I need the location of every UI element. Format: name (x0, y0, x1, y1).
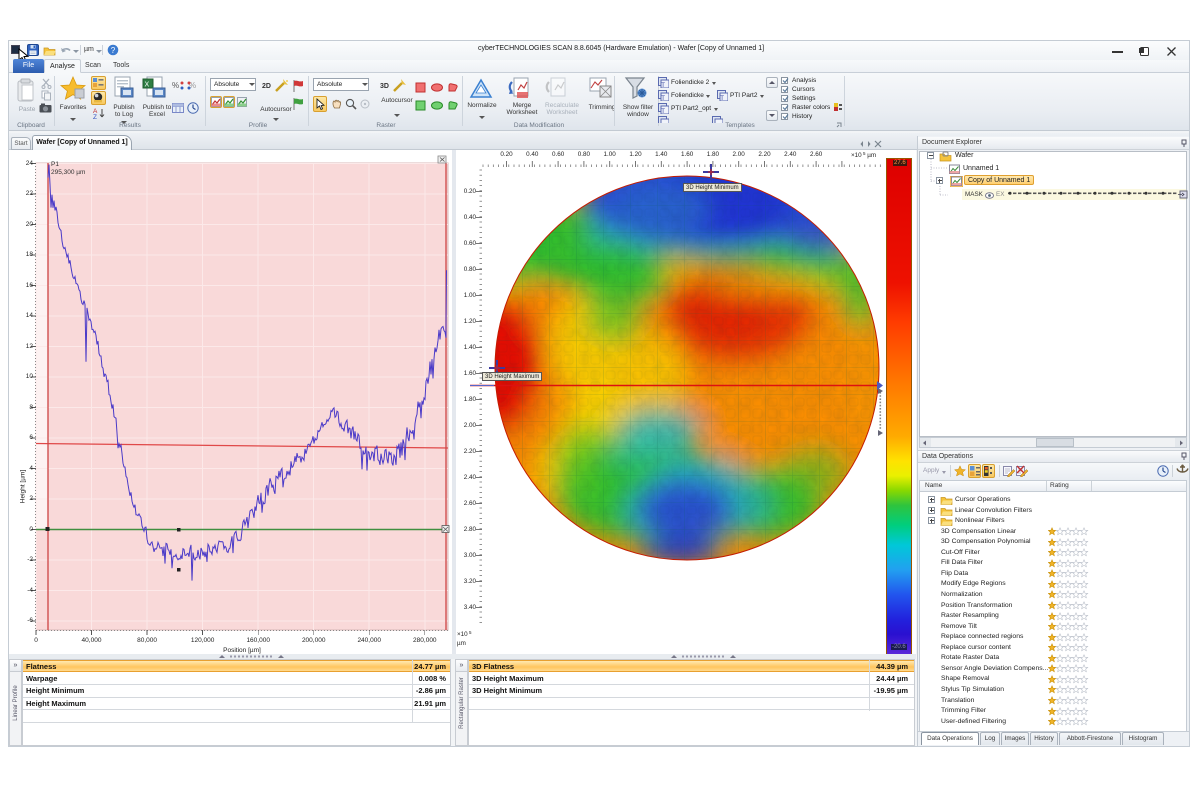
svg-text:%: % (172, 81, 179, 90)
svg-text:?: ? (111, 46, 116, 55)
svg-text:T: T (720, 96, 724, 101)
svg-text:T: T (661, 83, 665, 88)
svg-text:T: T (661, 109, 665, 114)
svg-text:Z: Z (93, 114, 97, 119)
svg-text:T: T (661, 96, 665, 101)
svg-text:X: X (145, 82, 150, 89)
